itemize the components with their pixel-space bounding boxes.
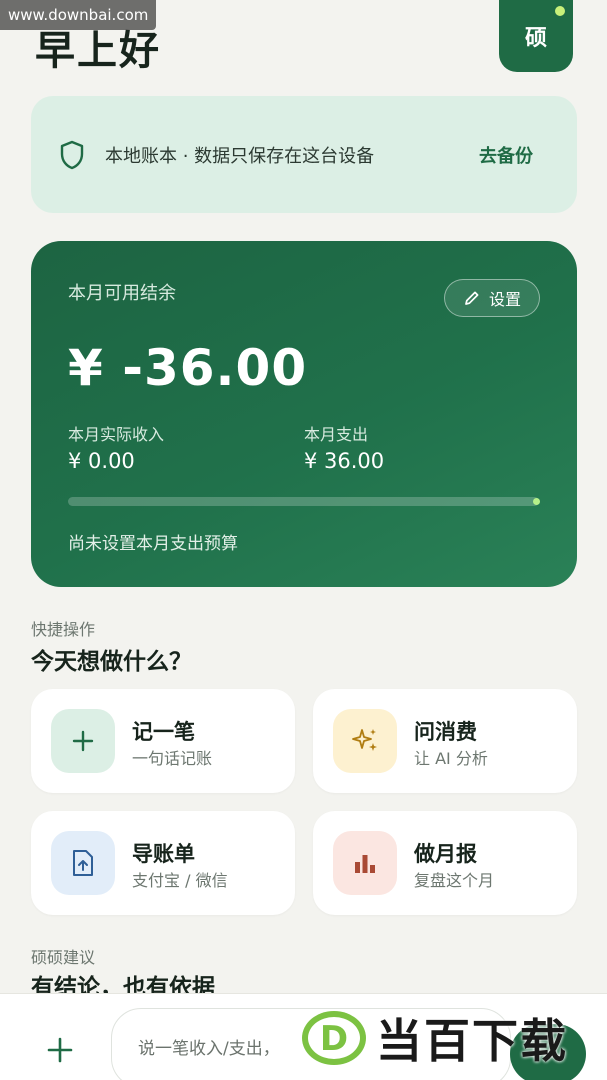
balance-card: 本月可用结余 设置 ¥ -36.00 本月实际收入 ¥ 0.00 本月支出 ¥ … (31, 241, 577, 587)
action-desc: 复盘这个月 (414, 871, 495, 890)
record-entry-card[interactable]: 记一笔 一句话记账 (31, 689, 295, 793)
status-dot (553, 4, 567, 18)
expense-label: 本月支出 (304, 425, 369, 444)
set-budget-label: 设置 (488, 290, 521, 309)
local-ledger-notice: 本地账本 · 数据只保存在这台设备 去备份 (31, 96, 577, 213)
budget-progress-indicator (533, 498, 540, 505)
balance-label: 本月可用结余 (68, 283, 176, 304)
income-label: 本月实际收入 (68, 425, 165, 444)
add-button[interactable] (30, 1020, 90, 1080)
set-budget-button[interactable]: 设置 (444, 279, 540, 317)
logo-icon: D (302, 1011, 366, 1065)
advice-caption: 硕硕建议 (31, 948, 96, 967)
action-title: 问消费 (414, 720, 477, 744)
quick-actions-title: 今天想做什么？ (31, 649, 192, 675)
action-title: 导账单 (132, 842, 195, 866)
pencil-icon (465, 291, 479, 305)
bar-chart-icon (333, 831, 397, 895)
action-desc: 让 AI 分析 (414, 749, 488, 768)
expense-value: ¥ 36.00 (304, 449, 385, 473)
ask-spending-card[interactable]: 问消费 让 AI 分析 (313, 689, 577, 793)
shield-icon (60, 140, 84, 169)
import-bill-card[interactable]: 导账单 支付宝 / 微信 (31, 811, 295, 915)
balance-amount: ¥ -36.00 (68, 339, 308, 397)
logo-text: 当百下载 (376, 1014, 568, 1068)
plus-icon (51, 709, 115, 773)
action-title: 记一笔 (132, 720, 195, 744)
svg-text:D: D (320, 1019, 348, 1059)
action-desc: 支付宝 / 微信 (132, 871, 228, 890)
avatar-initial: 硕 (524, 26, 547, 51)
avatar[interactable]: 硕 (499, 0, 573, 72)
income-value: ¥ 0.00 (68, 449, 135, 473)
action-title: 做月报 (414, 842, 477, 866)
backup-link[interactable]: 去备份 (479, 142, 533, 168)
budget-hint: 尚未设置本月支出预算 (68, 534, 238, 554)
site-watermark: www.downbai.com (0, 0, 157, 30)
monthly-report-card[interactable]: 做月报 复盘这个月 (313, 811, 577, 915)
sparkle-icon (333, 709, 397, 773)
action-desc: 一句话记账 (132, 749, 213, 768)
file-upload-icon (51, 831, 115, 895)
plus-icon (47, 1037, 73, 1063)
logo-watermark: D 当百下载 (300, 1004, 600, 1072)
quick-actions-caption: 快捷操作 (31, 620, 96, 639)
notice-text: 本地账本 · 数据只保存在这台设备 (105, 145, 375, 167)
budget-progress-bar (68, 497, 540, 506)
